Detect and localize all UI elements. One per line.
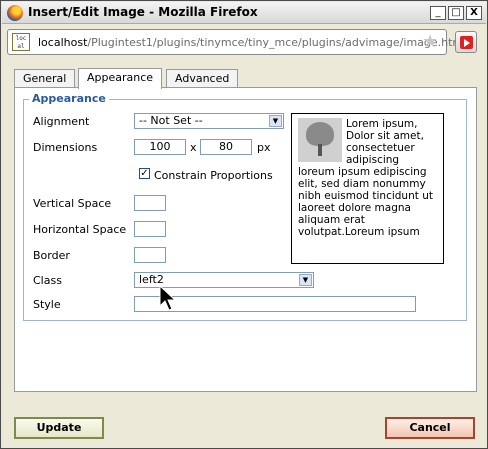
url-bar[interactable]: loc al localhost/Plugintest1/plugins/tin… (7, 29, 463, 55)
appearance-legend: Appearance (29, 92, 109, 105)
window-title: Insert/Edit Image - Mozilla Firefox (28, 5, 258, 19)
alignment-select[interactable]: -- Not Set -- ▼ (134, 113, 284, 129)
bookmark-star-icon[interactable]: ★ (422, 31, 438, 52)
vertical-space-input[interactable] (134, 195, 166, 211)
maximize-button[interactable]: □ (448, 6, 464, 20)
tab-appearance[interactable]: Appearance (78, 68, 163, 89)
url-host: localhost (38, 36, 88, 49)
horizontal-space-input[interactable] (134, 221, 166, 237)
alignment-value: -- Not Set -- (139, 114, 203, 127)
preview-image (298, 118, 342, 162)
play-icon (460, 36, 473, 49)
tree-trunk (318, 144, 322, 156)
preview-box: Lorem ipsum, Dolor sit amet, consectetue… (291, 113, 444, 264)
go-button[interactable] (455, 31, 477, 53)
horizontal-space-label: Horizontal Space (33, 223, 127, 236)
mouse-cursor-icon (159, 285, 177, 311)
firefox-icon (7, 5, 23, 21)
dimensions-unit: px (257, 141, 271, 154)
class-label: Class (33, 274, 62, 287)
height-input[interactable]: 80 (200, 139, 252, 155)
chevron-down-icon: ▼ (269, 115, 282, 127)
border-input[interactable] (134, 247, 166, 263)
url-text[interactable]: localhost/Plugintest1/plugins/tinymce/ti… (38, 36, 463, 49)
chevron-down-icon: ▼ (299, 274, 312, 286)
title-bar: Insert/Edit Image - Mozilla Firefox _ □ … (2, 2, 486, 24)
dimensions-label: Dimensions (33, 141, 98, 154)
update-button[interactable]: Update (14, 417, 104, 439)
cancel-button[interactable]: Cancel (385, 417, 475, 439)
tree-icon (306, 122, 334, 146)
tab-general[interactable]: General (14, 69, 76, 88)
vertical-space-label: Vertical Space (33, 197, 112, 210)
constrain-label: Constrain Proportions (154, 169, 273, 182)
minimize-button[interactable]: _ (430, 6, 446, 20)
tab-advanced[interactable]: Advanced (166, 69, 239, 88)
alignment-label: Alignment (33, 115, 90, 128)
dialog-window: Insert/Edit Image - Mozilla Firefox _ □ … (0, 0, 488, 449)
style-label: Style (33, 298, 61, 311)
close-window-button[interactable]: X (466, 6, 482, 20)
width-input[interactable]: 100 (134, 139, 186, 155)
constrain-checkbox[interactable]: ✓ (139, 168, 150, 179)
border-label: Border (33, 249, 70, 262)
dimensions-separator: x (190, 141, 197, 154)
url-path: /Plugintest1/plugins/tinymce/tiny_mce/pl… (87, 36, 464, 49)
site-icon: loc al (12, 33, 30, 51)
